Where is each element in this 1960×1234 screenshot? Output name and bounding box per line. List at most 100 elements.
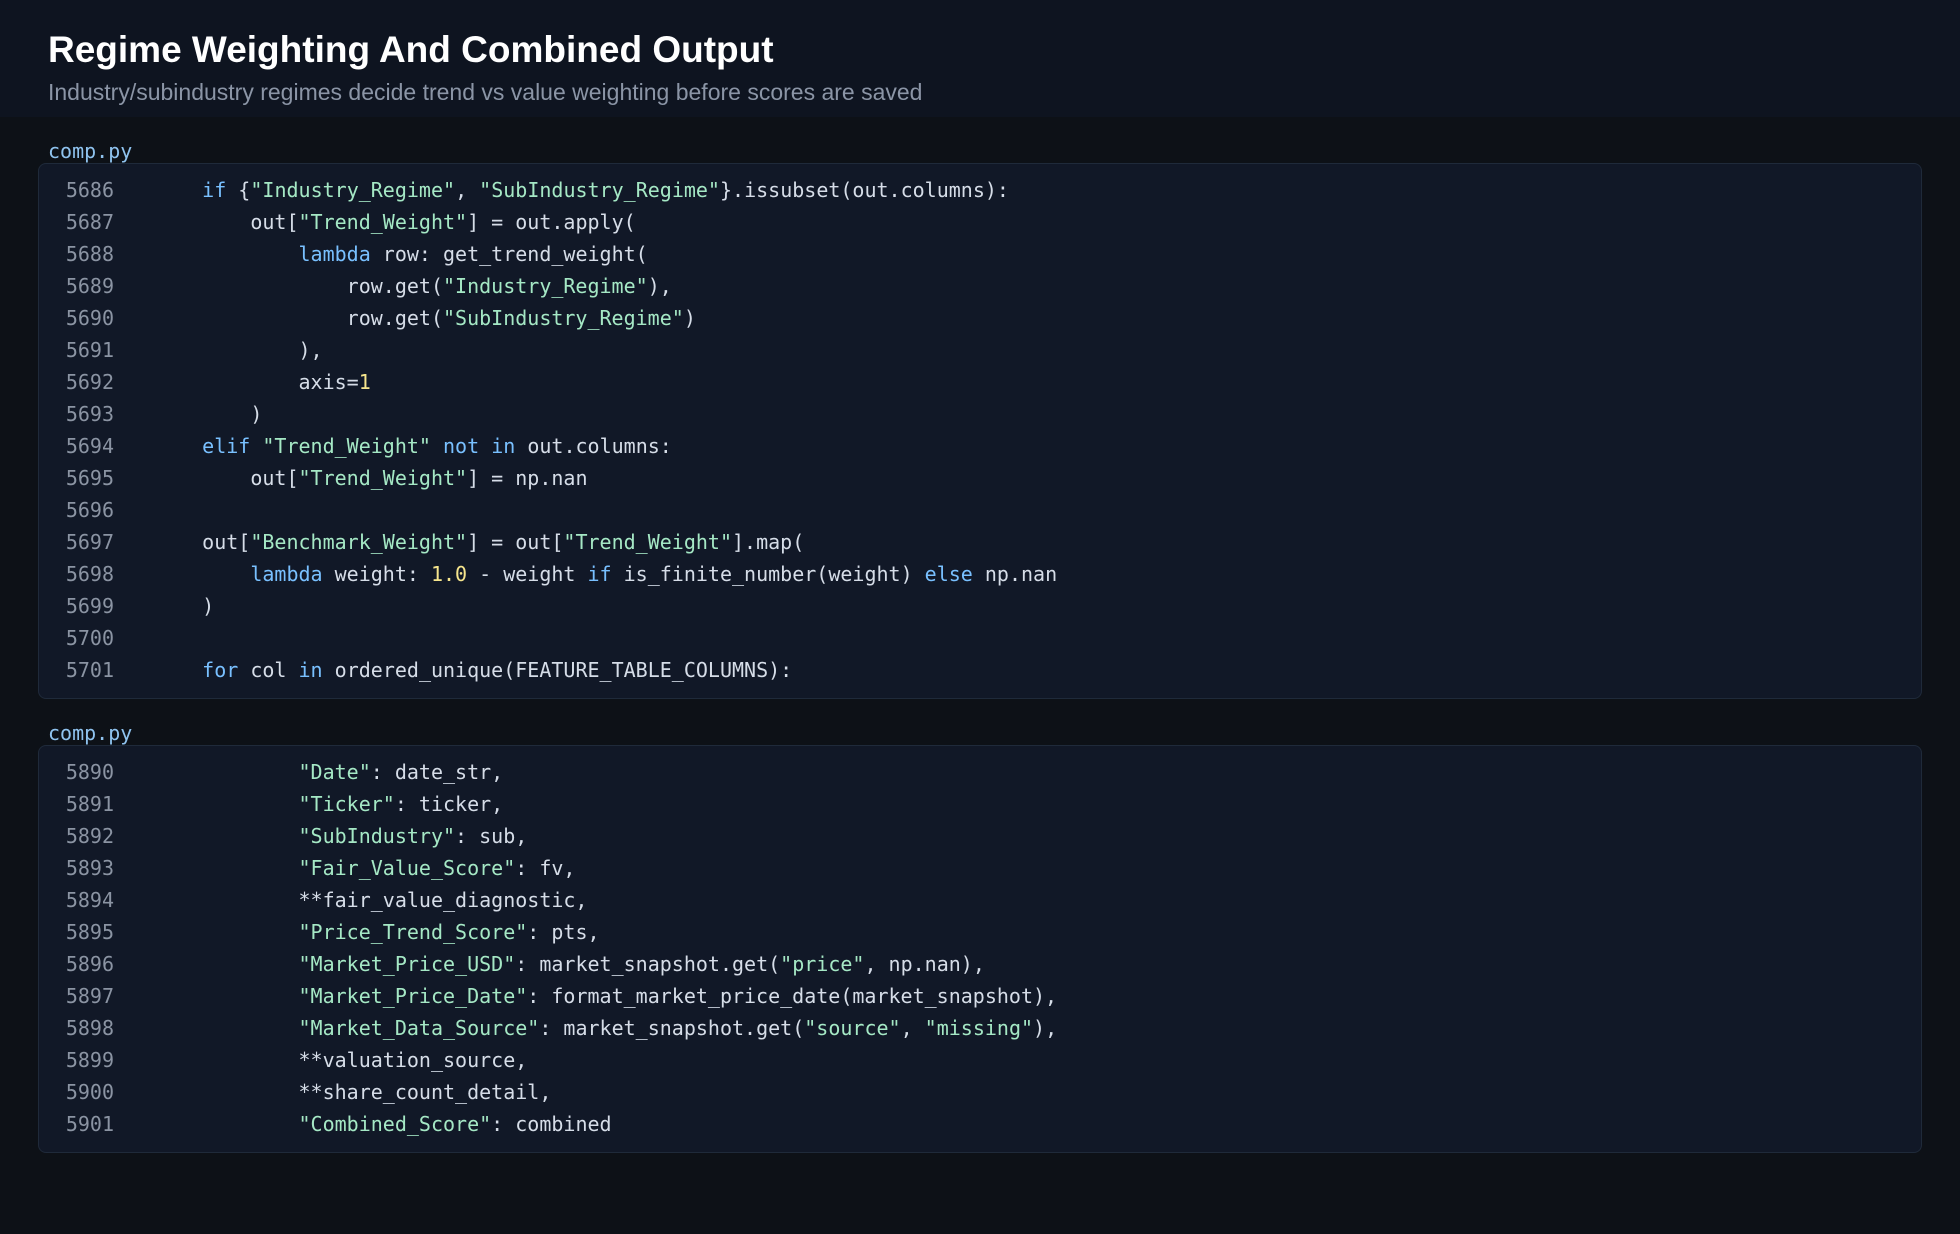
line-number: 5899: [65, 1048, 114, 1072]
code-token-text: weight:: [322, 562, 431, 586]
line-number: 5695: [65, 466, 114, 490]
code-token-text: : market_snapshot.get(: [539, 1016, 805, 1040]
code-token-text: out.columns:: [515, 434, 672, 458]
line-number: 5893: [65, 856, 114, 880]
line-number: 5898: [65, 1016, 114, 1040]
code-line: 5691 ),: [39, 334, 1921, 366]
code-token-keyword: else: [924, 562, 973, 586]
line-code: **share_count_detail,: [114, 1076, 551, 1108]
line-number: 5697: [65, 530, 114, 554]
code-token-string: "source": [804, 1016, 901, 1040]
code-blocks-container: comp.py 5686 if {"Industry_Regime", "SubI…: [0, 139, 1960, 1153]
code-line: 5699 ): [39, 590, 1921, 622]
code-token-keyword: for: [202, 658, 239, 682]
code-block: comp.py 5686 if {"Industry_Regime", "SubI…: [38, 139, 1922, 699]
code-token-text: : format_market_price_date(market_snapsh…: [527, 984, 1058, 1008]
code-token-text: ),: [1033, 1016, 1058, 1040]
code-token-text: **valuation_source,: [154, 1048, 528, 1072]
code-token-string: "SubIndustry_Regime": [479, 178, 720, 202]
code-token-text: ),: [154, 338, 323, 362]
code-line: 5697 out["Benchmark_Weight"] = out["Tren…: [39, 526, 1921, 558]
line-code: ),: [114, 334, 323, 366]
code-token-string: "SubIndustry": [298, 824, 456, 848]
line-code: **fair_value_diagnostic,: [114, 884, 587, 916]
line-number: 5690: [65, 306, 114, 330]
line-number: 5891: [65, 792, 114, 816]
line-code: elif "Trend_Weight" not in out.columns:: [114, 430, 672, 462]
file-name-label: comp.py: [48, 139, 133, 163]
code-line: 5896 "Market_Price_USD": market_snapshot…: [39, 948, 1921, 980]
page-header: Regime Weighting And Combined Output Ind…: [0, 0, 1960, 117]
code-token-text: col: [238, 658, 299, 682]
code-token-text: : date_str,: [370, 760, 504, 784]
code-line: 5701 for col in ordered_unique(FEATURE_T…: [39, 654, 1921, 686]
code-token-string: "Benchmark_Weight": [250, 530, 468, 554]
line-code: ): [114, 398, 262, 430]
line-code: "Date": date_str,: [114, 756, 504, 788]
line-number: 5892: [65, 824, 114, 848]
code-token-text: **share_count_detail,: [154, 1080, 552, 1104]
line-number: 5890: [65, 760, 114, 784]
code-line: 5895 "Price_Trend_Score": pts,: [39, 916, 1921, 948]
line-number: 5691: [65, 338, 114, 362]
code-token-text: row.get(: [154, 306, 443, 330]
code-line: 5687 out["Trend_Weight"] = out.apply(: [39, 206, 1921, 238]
code-token-text: ordered_unique(FEATURE_TABLE_COLUMNS):: [322, 658, 793, 682]
code-panel[interactable]: 5890 "Date": date_str, 5891 "Ticker": tic…: [38, 745, 1922, 1153]
line-number: 5689: [65, 274, 114, 298]
code-token-text: out[: [154, 466, 299, 490]
code-token-text: : fv,: [515, 856, 576, 880]
line-code: for col in ordered_unique(FEATURE_TABLE_…: [114, 654, 792, 686]
code-line: 5891 "Ticker": ticker,: [39, 788, 1921, 820]
code-token-string: "Fair_Value_Score": [298, 856, 516, 880]
code-line: 5695 out["Trend_Weight"] = np.nan: [39, 462, 1921, 494]
code-token-text: : ticker,: [394, 792, 504, 816]
code-line: 5686 if {"Industry_Regime", "SubIndustry…: [39, 174, 1921, 206]
line-number: 5901: [65, 1112, 114, 1136]
code-token-text: : combined: [491, 1112, 612, 1136]
code-token-string: "Industry_Regime": [442, 274, 648, 298]
line-code: lambda weight: 1.0 - weight if is_finite…: [114, 558, 1057, 590]
file-name-label: comp.py: [48, 721, 133, 745]
line-number: 5698: [65, 562, 114, 586]
line-number: 5694: [65, 434, 114, 458]
code-line: 5899 **valuation_source,: [39, 1044, 1921, 1076]
code-token-text: , np.nan),: [864, 952, 985, 976]
code-line: 5894 **fair_value_diagnostic,: [39, 884, 1921, 916]
line-code: "Ticker": ticker,: [114, 788, 504, 820]
code-token-text: ] = out[: [467, 530, 564, 554]
code-token-string: "Ticker": [298, 792, 395, 816]
page-title: Regime Weighting And Combined Output: [48, 29, 774, 70]
code-line: 5901 "Combined_Score": combined: [39, 1108, 1921, 1140]
code-token-string: "Combined_Score": [298, 1112, 492, 1136]
line-code: **valuation_source,: [114, 1044, 527, 1076]
code-panel[interactable]: 5686 if {"Industry_Regime", "SubIndustry…: [38, 163, 1922, 699]
code-token-number: 1: [358, 370, 371, 394]
line-number: 5692: [65, 370, 114, 394]
code-token-text: : sub,: [455, 824, 528, 848]
code-token-string: "Trend_Weight": [563, 530, 732, 554]
line-number: 5687: [65, 210, 114, 234]
line-code: "Market_Price_USD": market_snapshot.get(…: [114, 948, 985, 980]
code-token-text: }.issubset(out.columns):: [719, 178, 1009, 202]
code-token-text: ): [154, 594, 215, 618]
code-token-string: "Trend_Weight": [298, 466, 468, 490]
code-token-string: "Trend_Weight": [298, 210, 468, 234]
code-line: 5700: [39, 622, 1921, 654]
code-line: 5689 row.get("Industry_Regime"),: [39, 270, 1921, 302]
code-token-keyword: lambda: [250, 562, 323, 586]
code-token-text: {: [226, 178, 251, 202]
line-code: "SubIndustry": sub,: [114, 820, 528, 852]
code-token-text: ,: [455, 178, 480, 202]
code-line: 5900 **share_count_detail,: [39, 1076, 1921, 1108]
